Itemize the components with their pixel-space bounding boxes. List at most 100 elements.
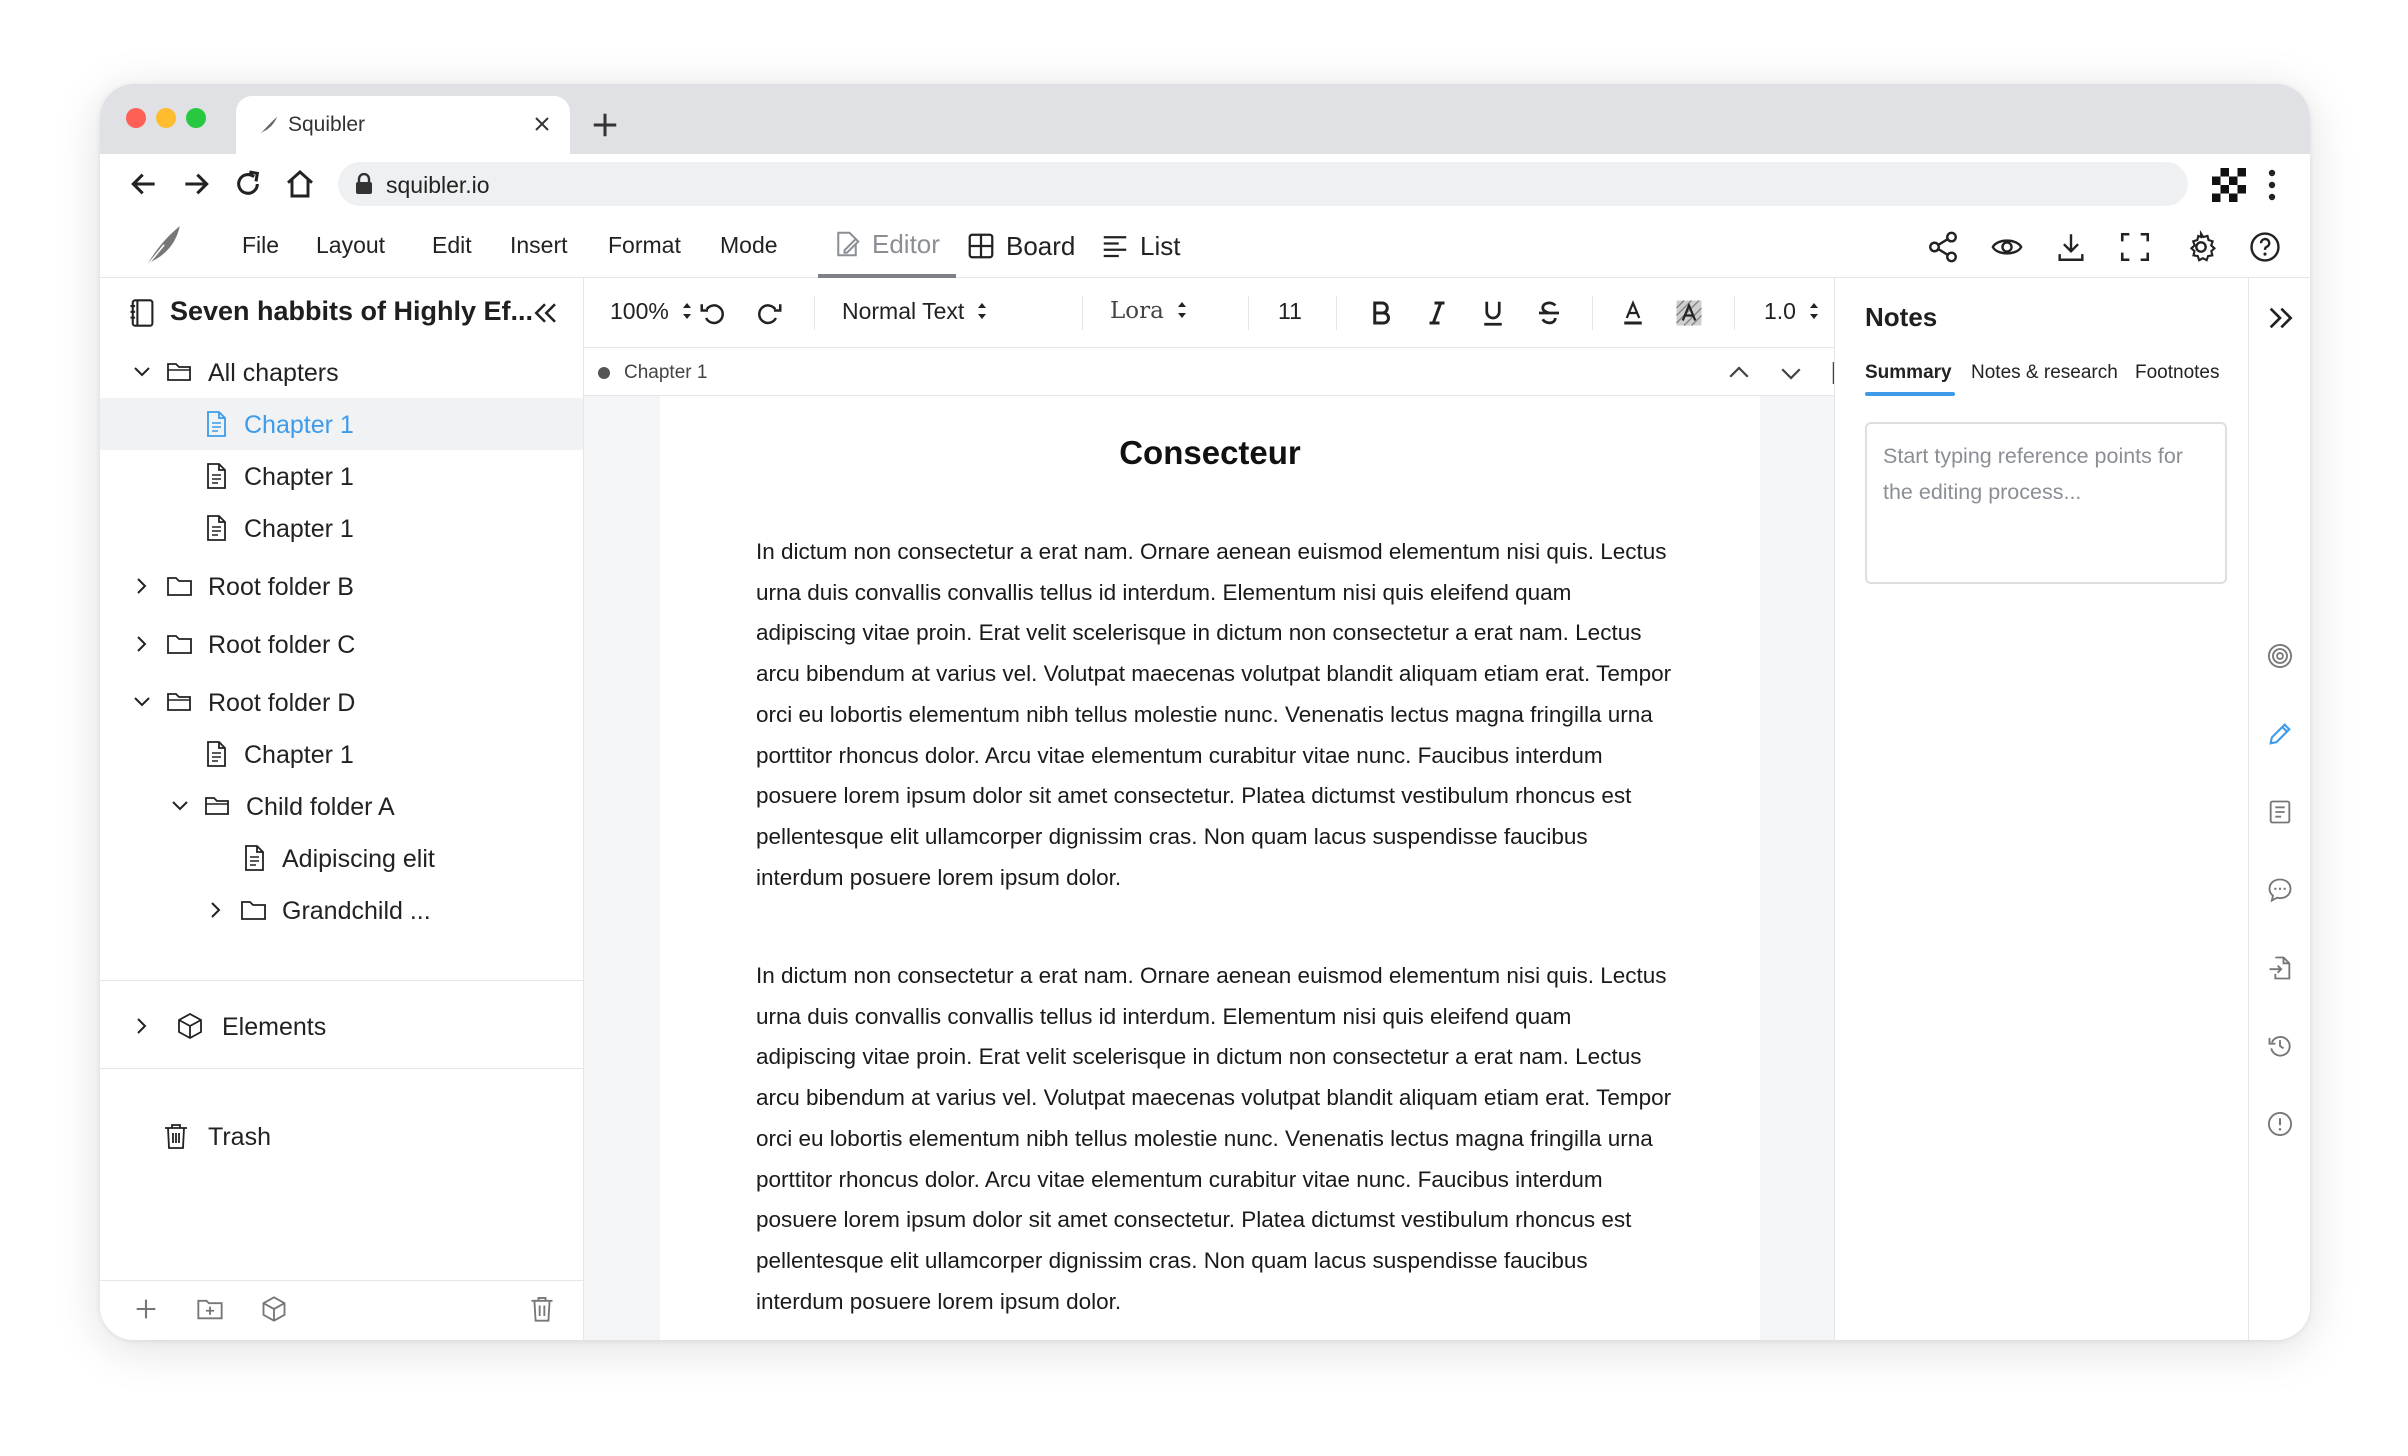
notes-textarea[interactable]: Start typing reference points for the ed… [1865, 422, 2227, 584]
eye-icon[interactable] [1990, 230, 2024, 264]
chevron-down-icon[interactable] [130, 360, 154, 384]
target-icon[interactable] [2266, 642, 2294, 670]
import-file-icon[interactable] [2266, 954, 2294, 982]
chevron-right-icon[interactable] [130, 574, 154, 598]
tree-folder-root-b[interactable]: Root folder B [100, 560, 583, 612]
browser-tab[interactable]: Squibler [236, 96, 570, 154]
trash-row[interactable]: Trash [100, 1110, 583, 1162]
text-color-icon[interactable] [1618, 298, 1648, 328]
folder-icon [241, 901, 266, 920]
undo-icon[interactable] [698, 298, 728, 328]
chevron-right-icon[interactable] [204, 898, 228, 922]
history-icon[interactable] [2266, 1032, 2294, 1060]
bold-icon[interactable] [1366, 298, 1396, 328]
underline-icon[interactable] [1478, 298, 1508, 328]
info-alert-icon[interactable] [2266, 1110, 2294, 1138]
pencil-icon[interactable] [2266, 720, 2294, 748]
italic-icon[interactable] [1422, 298, 1452, 328]
strikethrough-icon[interactable] [1534, 298, 1564, 328]
menu-insert[interactable]: Insert [510, 232, 568, 259]
add-element-cube-icon[interactable] [260, 1295, 288, 1323]
maximize-window-button[interactable] [186, 108, 206, 128]
comment-icon[interactable] [2266, 876, 2294, 904]
chevron-right-icon[interactable] [130, 1014, 154, 1038]
font-select[interactable]: Lora [1110, 298, 1188, 324]
tree-doc-chapter-1-selected[interactable]: Chapter 1 [100, 398, 583, 450]
chevron-down-icon[interactable] [168, 794, 192, 818]
reload-icon[interactable] [232, 168, 264, 200]
expand-panel-icon[interactable] [2264, 302, 2296, 334]
toolbar-divider [814, 296, 815, 330]
tree-doc-chapter-1[interactable]: Chapter 1 [100, 728, 583, 780]
tree-doc-adipiscing-elit[interactable]: Adipiscing elit [100, 832, 583, 884]
edit-doc-icon [837, 231, 860, 257]
chevron-down-icon[interactable] [130, 690, 154, 714]
menu-edit[interactable]: Edit [432, 232, 472, 259]
board-grid-icon [968, 233, 994, 259]
forward-arrow-icon[interactable] [180, 168, 212, 200]
plus-icon[interactable] [590, 110, 620, 140]
gear-icon[interactable] [2184, 230, 2218, 264]
close-window-button[interactable] [126, 108, 146, 128]
book-title[interactable]: Seven habbits of Highly Ef... [170, 296, 533, 327]
right-tool-rail [2248, 278, 2310, 1340]
menu-layout[interactable]: Layout [316, 232, 385, 259]
close-icon[interactable] [530, 112, 554, 136]
help-icon[interactable] [2248, 230, 2282, 264]
tab-editor[interactable]: Editor [818, 214, 956, 278]
tab-list[interactable]: List [1100, 214, 1180, 278]
font-size-input[interactable]: 11 [1278, 298, 1302, 325]
menu-mode[interactable]: Mode [720, 232, 778, 259]
tree-doc-chapter-1[interactable]: Chapter 1 [100, 502, 583, 554]
menu-format[interactable]: Format [608, 232, 681, 259]
download-icon[interactable] [2054, 230, 2088, 264]
browser-menu-icon[interactable] [2266, 168, 2278, 202]
tab-footnotes[interactable]: Footnotes [2135, 362, 2220, 384]
trash-icon[interactable] [528, 1295, 556, 1323]
tree-folder-child-a[interactable]: Child folder A [100, 780, 583, 832]
zoom-select[interactable]: 100% [610, 298, 693, 325]
home-icon[interactable] [284, 168, 316, 200]
document-icon [245, 845, 264, 871]
back-arrow-icon[interactable] [128, 168, 160, 200]
line-spacing-value: 1.0 [1764, 298, 1796, 324]
cube-icon [178, 1012, 202, 1040]
chevron-up-icon[interactable] [1724, 358, 1754, 388]
tree-folder-root-d[interactable]: Root folder D [100, 676, 583, 728]
sidebar-divider [100, 980, 583, 981]
squibler-logo-icon[interactable] [140, 224, 184, 270]
tree-folder-root-c[interactable]: Root folder C [100, 618, 583, 670]
updown-chevron-icon [1177, 302, 1186, 318]
sidebar-divider [100, 1068, 583, 1069]
text-style-select[interactable]: Normal Text [842, 298, 988, 325]
highlight-color-icon[interactable] [1674, 298, 1704, 328]
share-icon[interactable] [1926, 230, 1960, 264]
url-bar[interactable]: squibler.io [338, 162, 2188, 206]
tab-board[interactable]: Board [966, 214, 1075, 278]
menu-file[interactable]: File [242, 232, 279, 259]
fullscreen-icon[interactable] [2118, 230, 2152, 264]
plus-icon[interactable] [132, 1295, 160, 1323]
elements-row[interactable]: Elements [100, 1000, 583, 1052]
chevron-down-icon[interactable] [1776, 358, 1806, 388]
add-folder-icon[interactable] [196, 1295, 224, 1323]
paragraph[interactable]: In dictum non consectetur a erat nam. Or… [756, 956, 1676, 1322]
collapse-sidebar-icon[interactable] [530, 298, 560, 328]
tab-title: Squibler [288, 113, 366, 136]
tree-doc-chapter-1[interactable]: Chapter 1 [100, 450, 583, 502]
redo-icon[interactable] [754, 298, 784, 328]
extension-icon[interactable] [2212, 168, 2246, 202]
paragraph[interactable]: In dictum non consectetur a erat nam. Or… [756, 532, 1676, 898]
minimize-window-button[interactable] [156, 108, 176, 128]
chevron-right-icon[interactable] [130, 632, 154, 656]
notes-list-icon[interactable] [2266, 798, 2294, 826]
line-spacing-select[interactable]: 1.0 [1764, 298, 1820, 325]
document-title[interactable]: Consecteur [660, 434, 1760, 472]
document-page[interactable]: Consecteur In dictum non consectetur a e… [660, 396, 1760, 1340]
tree-label: Adipiscing elit [282, 845, 435, 873]
tree-folder-grandchild[interactable]: Grandchild ... [100, 884, 583, 936]
tab-notes-research[interactable]: Notes & research [1971, 362, 2118, 384]
tree-folder-all-chapters[interactable]: All chapters [100, 346, 583, 398]
zoom-value: 100% [610, 298, 669, 324]
tab-summary[interactable]: Summary [1865, 362, 1952, 384]
